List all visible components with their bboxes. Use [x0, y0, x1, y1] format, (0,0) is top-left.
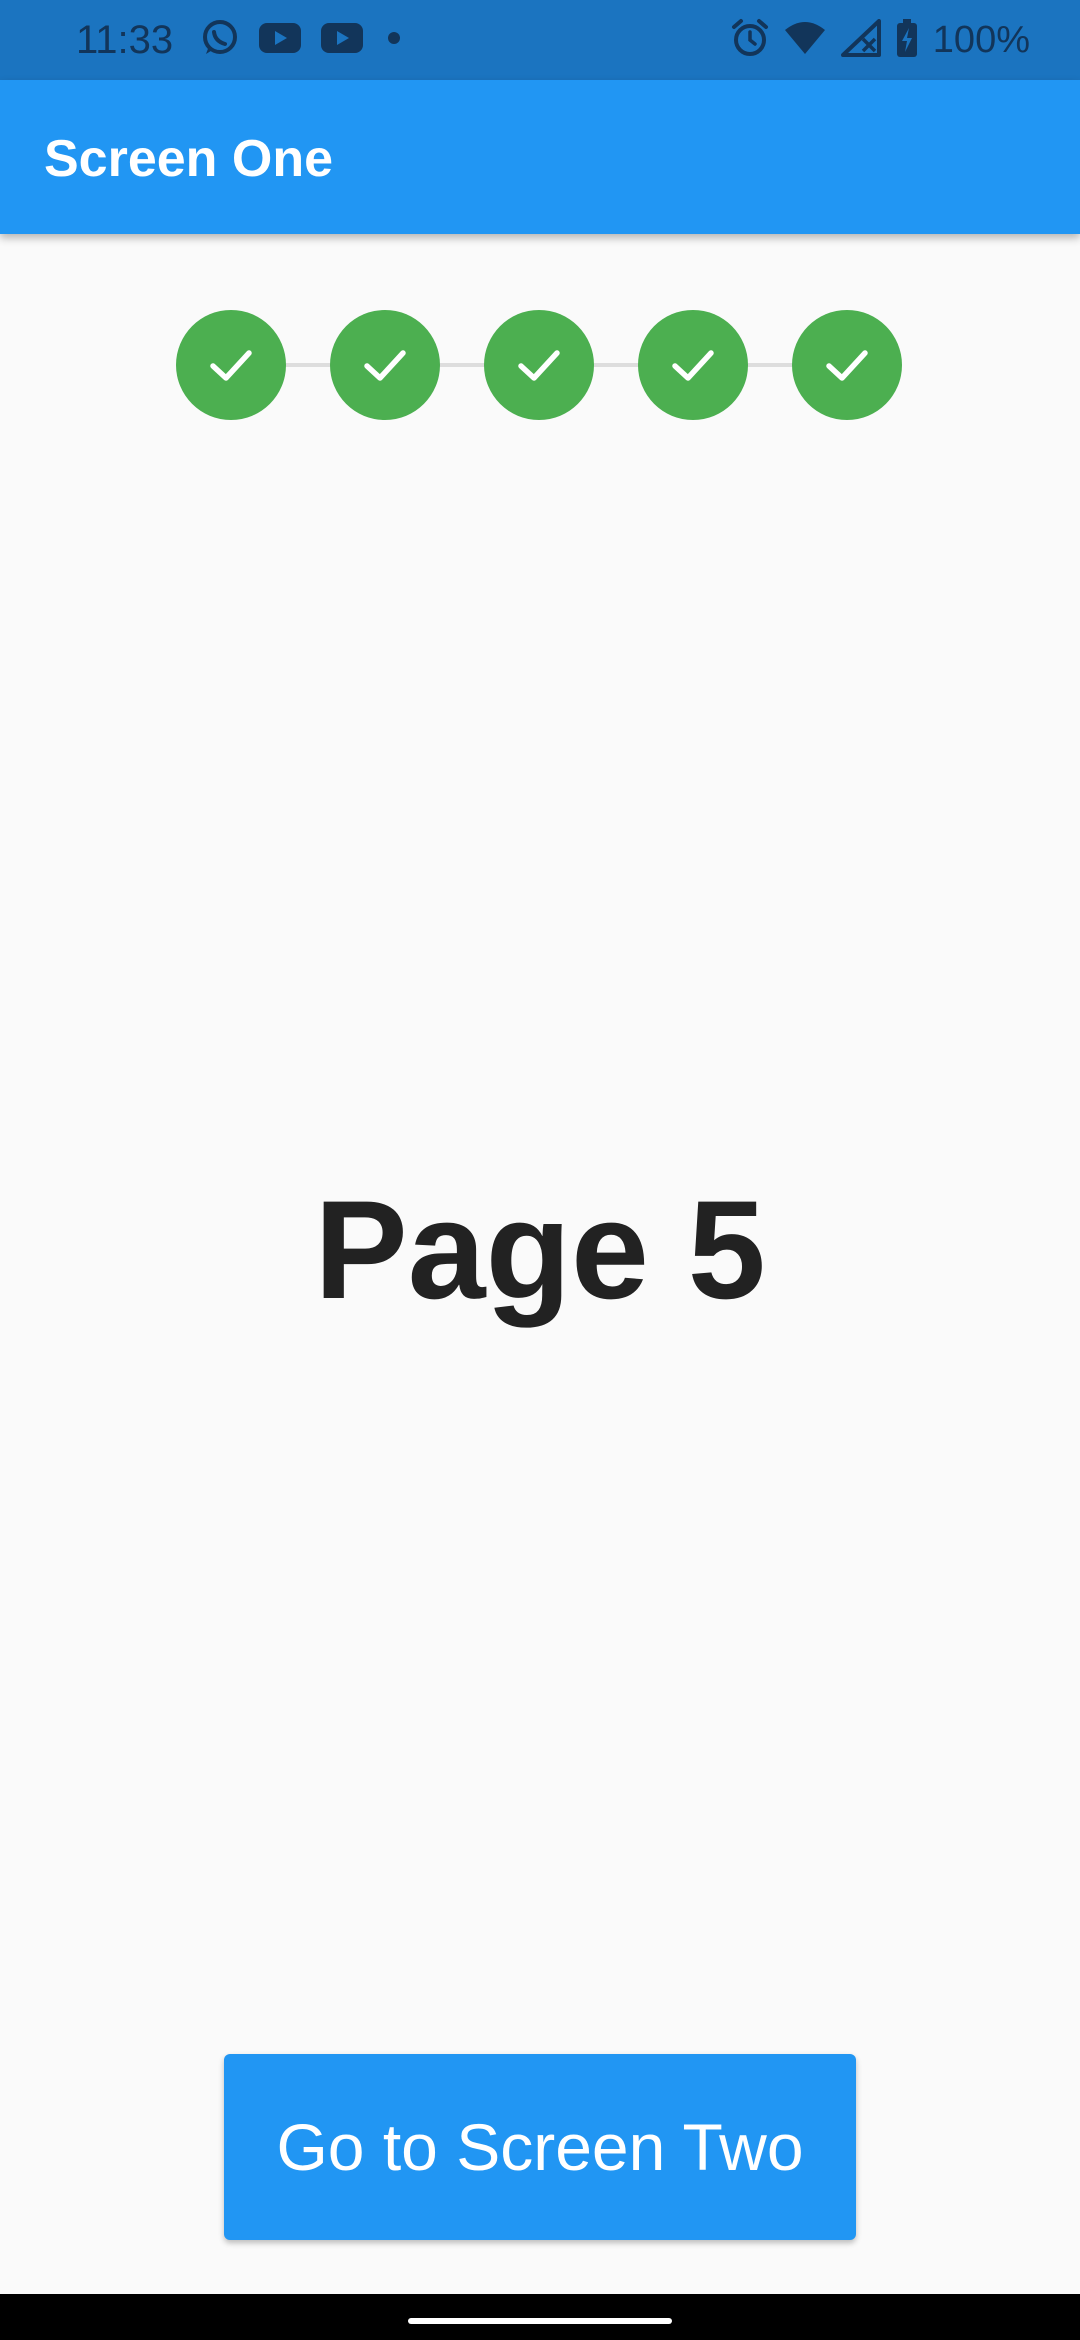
check-icon — [364, 350, 406, 381]
whatsapp-icon — [200, 18, 240, 63]
status-system-icons: 100% — [731, 18, 1030, 62]
notification-dot-icon — [382, 26, 406, 55]
app-bar-title: Screen One — [44, 130, 334, 188]
system-navigation-bar — [0, 2294, 1080, 2340]
youtube-icon — [320, 22, 364, 59]
step-2-complete — [330, 310, 440, 420]
status-time: 11:33 — [76, 18, 174, 62]
home-gesture-handle[interactable] — [408, 2318, 672, 2324]
status-bar: 11:33 100% — [0, 0, 1080, 80]
youtube-icon — [258, 22, 302, 59]
status-notification-icons — [200, 18, 406, 62]
step-5-complete — [792, 310, 902, 420]
step-4-complete — [638, 310, 748, 420]
check-icon — [518, 350, 560, 381]
check-icon — [672, 350, 714, 381]
go-to-screen-two-button[interactable]: Go to Screen Two — [224, 2054, 856, 2240]
step-3-complete — [484, 310, 594, 420]
check-icon — [826, 350, 868, 381]
step-progress-indicator — [176, 310, 904, 420]
check-icon — [210, 350, 252, 381]
cellular-no-signal-icon — [840, 18, 881, 62]
page-title: Page 5 — [314, 1171, 766, 1328]
battery-percentage: 100% — [932, 18, 1030, 61]
app-bar: Screen One — [0, 80, 1080, 234]
battery-charging-icon — [895, 18, 919, 63]
wifi-icon — [783, 20, 827, 61]
step-1-complete — [176, 310, 286, 420]
alarm-icon — [731, 18, 769, 63]
